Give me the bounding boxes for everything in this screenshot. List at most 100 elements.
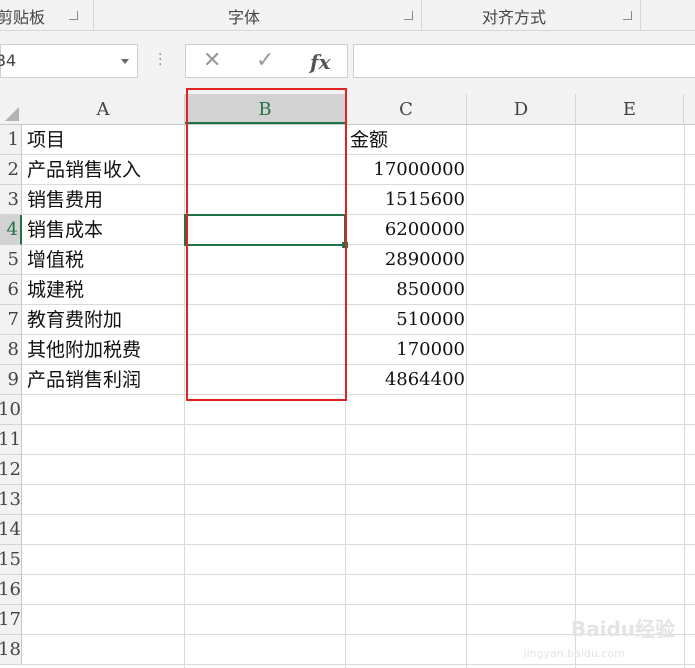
- row-gridline: [22, 244, 695, 245]
- cell-c2[interactable]: 17000000: [373, 155, 465, 185]
- drag-handle-icon[interactable]: · · ·: [158, 48, 162, 72]
- row-number: 10: [0, 399, 21, 420]
- row-number: 13: [0, 489, 21, 510]
- row-number: 15: [0, 549, 21, 570]
- column-header-e[interactable]: E: [576, 94, 684, 124]
- row-header-15[interactable]: 15: [0, 545, 22, 575]
- ribbon-separator: [93, 0, 94, 30]
- ribbon-separator: [421, 0, 422, 30]
- row-header-8[interactable]: 8: [0, 335, 22, 365]
- ribbon-group-clipboard: 剪贴板: [0, 8, 46, 27]
- row-gridline: [22, 544, 695, 545]
- row-number: 3: [7, 189, 19, 210]
- row-number: 5: [7, 249, 19, 270]
- formula-bar: B4 · · · ✕ ✓ fx: [0, 31, 695, 94]
- row-number: 16: [0, 579, 21, 600]
- row-number: 7: [7, 309, 19, 330]
- row-header-10[interactable]: 10: [0, 395, 22, 425]
- row-gridline: [22, 424, 695, 425]
- cell-a1[interactable]: 项目: [27, 125, 65, 155]
- column-header-a[interactable]: A: [22, 94, 185, 124]
- ribbon-group-bar: 剪贴板 字体 对齐方式: [0, 0, 695, 31]
- cell-c7[interactable]: 510000: [396, 305, 465, 335]
- row-header-17[interactable]: 17: [0, 605, 22, 635]
- row-header-2[interactable]: 2: [0, 155, 22, 185]
- column-gridline: [575, 125, 576, 668]
- column-header-row: A B C D E: [0, 94, 695, 125]
- row-header-4[interactable]: 4: [0, 215, 22, 245]
- cell-c6[interactable]: 850000: [396, 275, 465, 305]
- name-box[interactable]: B4: [0, 44, 138, 78]
- cancel-icon[interactable]: ✕: [203, 48, 221, 73]
- cell-c4[interactable]: 6200000: [385, 215, 465, 245]
- cell-a9[interactable]: 产品销售利润: [27, 365, 141, 395]
- row-header-7[interactable]: 7: [0, 305, 22, 335]
- highlight-column-b: [186, 88, 347, 401]
- row-header-5[interactable]: 5: [0, 245, 22, 275]
- name-box-value: B4: [0, 51, 17, 70]
- row-header-18[interactable]: 18: [0, 635, 22, 665]
- row-number: 4: [6, 219, 18, 240]
- cell-c5[interactable]: 2890000: [385, 245, 465, 275]
- row-number: 12: [0, 459, 21, 480]
- watermark-url: jingyan.baidu.com: [523, 647, 625, 660]
- row-header-6[interactable]: 6: [0, 275, 22, 305]
- column-header-d[interactable]: D: [467, 94, 576, 124]
- row-header-1[interactable]: 1: [0, 125, 22, 155]
- enter-check-icon[interactable]: ✓: [256, 48, 274, 73]
- row-number: 18: [0, 639, 21, 660]
- cell-c8[interactable]: 170000: [396, 335, 465, 365]
- cell-a5[interactable]: 增值税: [27, 245, 84, 275]
- cell-c3[interactable]: 1515600: [385, 185, 465, 215]
- chevron-down-icon[interactable]: [121, 59, 129, 64]
- worksheet-grid[interactable]: A B C D E 1 2 3 4 5 6 7 8 9 10 11 12 13 14 15 16 17 18 金额…: [0, 88, 695, 668]
- row-header-13[interactable]: 13: [0, 485, 22, 515]
- select-all-triangle-icon: [5, 107, 19, 121]
- row-header-3[interactable]: 3: [0, 185, 22, 215]
- cell-a7[interactable]: 教育费附加: [27, 305, 122, 335]
- row-number: 1: [7, 129, 19, 150]
- font-dialog-launcher-icon[interactable]: [404, 11, 413, 20]
- row-gridline: [22, 604, 695, 605]
- ribbon-group-font: 字体: [228, 8, 261, 27]
- row-number: 17: [0, 609, 21, 630]
- cell-a6[interactable]: 城建税: [27, 275, 84, 305]
- cell-a8[interactable]: 其他附加税费: [27, 335, 141, 365]
- cell-c9[interactable]: 4864400: [385, 365, 465, 395]
- row-gridline: [22, 304, 695, 305]
- cell-c1[interactable]: 金额: [350, 125, 388, 155]
- row-header-9[interactable]: 9: [0, 365, 22, 395]
- row-gridline: [22, 214, 695, 215]
- column-gridline: [684, 125, 685, 668]
- column-header-c[interactable]: C: [346, 94, 467, 124]
- formula-buttons: ✕ ✓ fx: [185, 44, 348, 78]
- row-gridline: [22, 574, 695, 575]
- clipboard-dialog-launcher-icon[interactable]: [69, 11, 78, 20]
- row-number: 8: [7, 339, 19, 360]
- row-header-11[interactable]: 11: [0, 425, 22, 455]
- cell-a4[interactable]: 销售成本: [27, 215, 103, 245]
- row-gridline: [22, 484, 695, 485]
- cell-a3[interactable]: 销售费用: [27, 185, 103, 215]
- row-number: 9: [7, 369, 19, 390]
- ribbon-separator: [640, 0, 641, 30]
- row-header-14[interactable]: 14: [0, 515, 22, 545]
- insert-function-icon[interactable]: fx: [310, 50, 331, 74]
- column-gridline: [466, 125, 467, 668]
- row-number: 2: [7, 159, 19, 180]
- row-number: 14: [0, 519, 21, 540]
- cell-a2[interactable]: 产品销售收入: [27, 155, 141, 185]
- row-gridline: [22, 514, 695, 515]
- baidu-jingyan-watermark: Baidu经验: [570, 617, 675, 641]
- row-number: 11: [0, 429, 21, 450]
- formula-input[interactable]: [353, 44, 695, 78]
- select-all-corner[interactable]: [0, 94, 22, 124]
- row-number: 6: [7, 279, 19, 300]
- row-gridline: [22, 274, 695, 275]
- row-header-12[interactable]: 12: [0, 455, 22, 485]
- row-header-16[interactable]: 16: [0, 575, 22, 605]
- ribbon-group-alignment: 对齐方式: [482, 8, 547, 27]
- row-gridline: [22, 454, 695, 455]
- row-gridline: [22, 664, 695, 665]
- alignment-dialog-launcher-icon[interactable]: [623, 11, 632, 20]
